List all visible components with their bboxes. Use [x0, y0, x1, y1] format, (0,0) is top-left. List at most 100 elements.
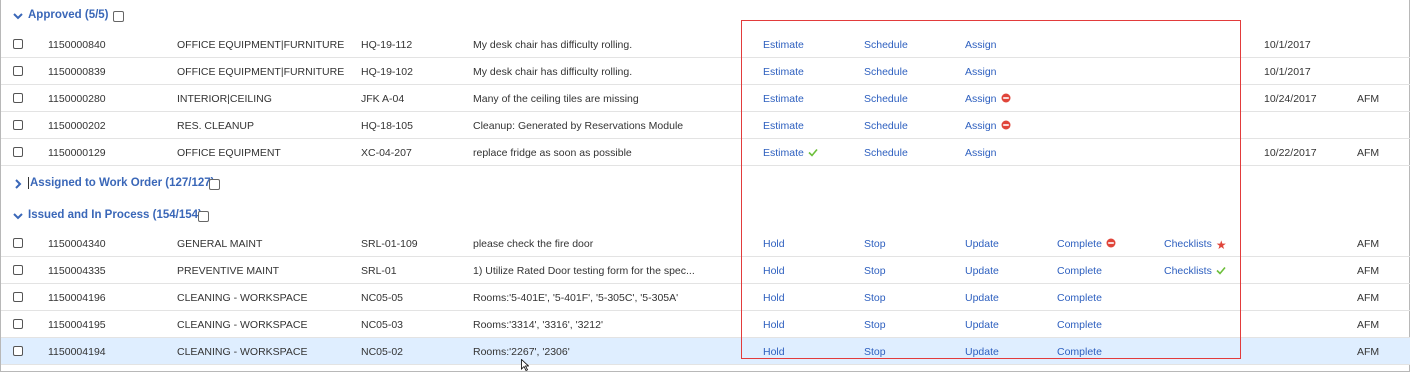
request-id: 1150000839 — [48, 66, 106, 78]
description: Many of the ceiling tiles are missing — [473, 93, 639, 105]
assign-link[interactable]: Assign — [965, 120, 1011, 132]
hold-link[interactable]: Hold — [763, 346, 785, 358]
row-checkbox[interactable] — [13, 93, 23, 103]
group-label-issued[interactable]: Issued and In Process (154/154) — [28, 209, 202, 221]
table-row[interactable]: 1150004195 CLEANING - WORKSPACE NC05-03 … — [1, 311, 1410, 338]
request-id: 1150000129 — [48, 147, 106, 159]
checkmark-icon — [1216, 266, 1226, 275]
row-checkbox[interactable] — [13, 39, 23, 49]
location: NC05-03 — [361, 319, 404, 331]
trade: AFM — [1357, 346, 1380, 358]
estimate-link[interactable]: Estimate — [763, 147, 818, 159]
group-label-approved[interactable]: Approved (5/5) — [28, 9, 109, 21]
description: Rooms:'5-401E', '5-401F', '5-305C', '5-3… — [473, 292, 679, 304]
table-row-selected[interactable]: 1150004194 CLEANING - WORKSPACE NC05-02 … — [1, 338, 1410, 365]
description: Cleanup: Generated by Reservations Modul… — [473, 120, 684, 132]
stop-link[interactable]: Stop — [864, 319, 886, 331]
assign-link[interactable]: Assign — [965, 66, 997, 78]
description: My desk chair has difficulty rolling. — [473, 66, 633, 78]
chevron-down-icon[interactable] — [12, 210, 24, 222]
chevron-right-icon[interactable] — [12, 178, 24, 190]
checklists-link[interactable]: Checklists ★ — [1164, 238, 1227, 252]
table-row[interactable]: 1150004335 PREVENTIVE MAINT SRL-01 1) Ut… — [1, 257, 1410, 284]
stop-link[interactable]: Stop — [864, 238, 886, 250]
table-row[interactable]: 1150000839 OFFICE EQUIPMENT|FURNITURE HQ… — [1, 58, 1410, 85]
assign-link[interactable]: Assign — [965, 39, 997, 51]
blocked-icon — [1001, 120, 1011, 130]
complete-link[interactable]: Complete — [1057, 238, 1116, 250]
row-checkbox[interactable] — [13, 147, 23, 157]
assign-label[interactable]: Assign — [965, 93, 997, 105]
update-link[interactable]: Update — [965, 346, 999, 358]
estimate-link[interactable]: Estimate — [763, 66, 804, 78]
request-id: 1150004335 — [48, 265, 106, 277]
checklists-label[interactable]: Checklists — [1164, 265, 1212, 277]
blocked-icon — [1001, 93, 1011, 103]
hold-link[interactable]: Hold — [763, 238, 785, 250]
group-label-assigned[interactable]: Assigned to Work Order (127/127) — [28, 177, 214, 189]
table-row[interactable]: 1150004196 CLEANING - WORKSPACE NC05-05 … — [1, 284, 1410, 311]
assign-link[interactable]: Assign — [965, 147, 997, 159]
row-checkbox[interactable] — [13, 346, 23, 356]
table-row[interactable]: 1150000202 RES. CLEANUP HQ-18-105 Cleanu… — [1, 112, 1410, 139]
location: JFK A-04 — [361, 93, 405, 105]
group-header-approved[interactable]: Approved (5/5) — [1, 4, 1410, 30]
stop-link[interactable]: Stop — [864, 346, 886, 358]
update-link[interactable]: Update — [965, 265, 999, 277]
estimate-label[interactable]: Estimate — [763, 147, 804, 159]
request-id: 1150000280 — [48, 93, 106, 105]
date: 10/24/2017 — [1264, 93, 1317, 105]
location: NC05-02 — [361, 346, 404, 358]
location: SRL-01 — [361, 265, 397, 277]
schedule-link[interactable]: Schedule — [864, 120, 908, 132]
chevron-down-icon[interactable] — [12, 10, 24, 22]
group-checkbox-approved[interactable] — [113, 11, 124, 22]
group-header-assigned[interactable]: Assigned to Work Order (127/127) — [1, 172, 1410, 198]
row-checkbox[interactable] — [13, 265, 23, 275]
location: SRL-01-109 — [361, 238, 418, 250]
row-checkbox[interactable] — [13, 292, 23, 302]
checklists-label[interactable]: Checklists — [1164, 238, 1212, 250]
table-row[interactable]: 1150000840 OFFICE EQUIPMENT|FURNITURE HQ… — [1, 31, 1410, 58]
update-link[interactable]: Update — [965, 238, 999, 250]
estimate-link[interactable]: Estimate — [763, 39, 804, 51]
complete-link[interactable]: Complete — [1057, 346, 1102, 358]
problem-type: CLEANING - WORKSPACE — [177, 346, 308, 358]
row-checkbox[interactable] — [13, 120, 23, 130]
row-checkbox[interactable] — [13, 319, 23, 329]
checklists-link[interactable]: Checklists — [1164, 265, 1226, 277]
hold-link[interactable]: Hold — [763, 265, 785, 277]
group-checkbox-issued[interactable] — [198, 211, 209, 222]
problem-type: GENERAL MAINT — [177, 238, 263, 250]
group-header-issued[interactable]: Issued and In Process (154/154) — [1, 204, 1410, 230]
update-link[interactable]: Update — [965, 319, 999, 331]
assign-link[interactable]: Assign — [965, 93, 1011, 105]
schedule-link[interactable]: Schedule — [864, 39, 908, 51]
stop-link[interactable]: Stop — [864, 292, 886, 304]
row-checkbox[interactable] — [13, 66, 23, 76]
complete-label[interactable]: Complete — [1057, 238, 1102, 250]
complete-link[interactable]: Complete — [1057, 292, 1102, 304]
problem-type: INTERIOR|CEILING — [177, 93, 272, 105]
row-checkbox[interactable] — [13, 238, 23, 248]
group-checkbox-assigned[interactable] — [209, 179, 220, 190]
assign-label[interactable]: Assign — [965, 120, 997, 132]
table-row[interactable]: 1150000129 OFFICE EQUIPMENT XC-04-207 re… — [1, 139, 1410, 166]
schedule-link[interactable]: Schedule — [864, 66, 908, 78]
update-link[interactable]: Update — [965, 292, 999, 304]
problem-type: OFFICE EQUIPMENT — [177, 147, 281, 159]
hold-link[interactable]: Hold — [763, 319, 785, 331]
mouse-cursor-icon — [521, 359, 529, 371]
hold-link[interactable]: Hold — [763, 292, 785, 304]
estimate-link[interactable]: Estimate — [763, 93, 804, 105]
table-row[interactable]: 1150000280 INTERIOR|CEILING JFK A-04 Man… — [1, 85, 1410, 112]
stop-link[interactable]: Stop — [864, 265, 886, 277]
checkmark-icon — [808, 148, 818, 157]
schedule-link[interactable]: Schedule — [864, 147, 908, 159]
table-row[interactable]: 1150004340 GENERAL MAINT SRL-01-109 plea… — [1, 230, 1410, 257]
request-id: 1150004195 — [48, 319, 106, 331]
schedule-link[interactable]: Schedule — [864, 93, 908, 105]
estimate-link[interactable]: Estimate — [763, 120, 804, 132]
complete-link[interactable]: Complete — [1057, 265, 1102, 277]
complete-link[interactable]: Complete — [1057, 319, 1102, 331]
